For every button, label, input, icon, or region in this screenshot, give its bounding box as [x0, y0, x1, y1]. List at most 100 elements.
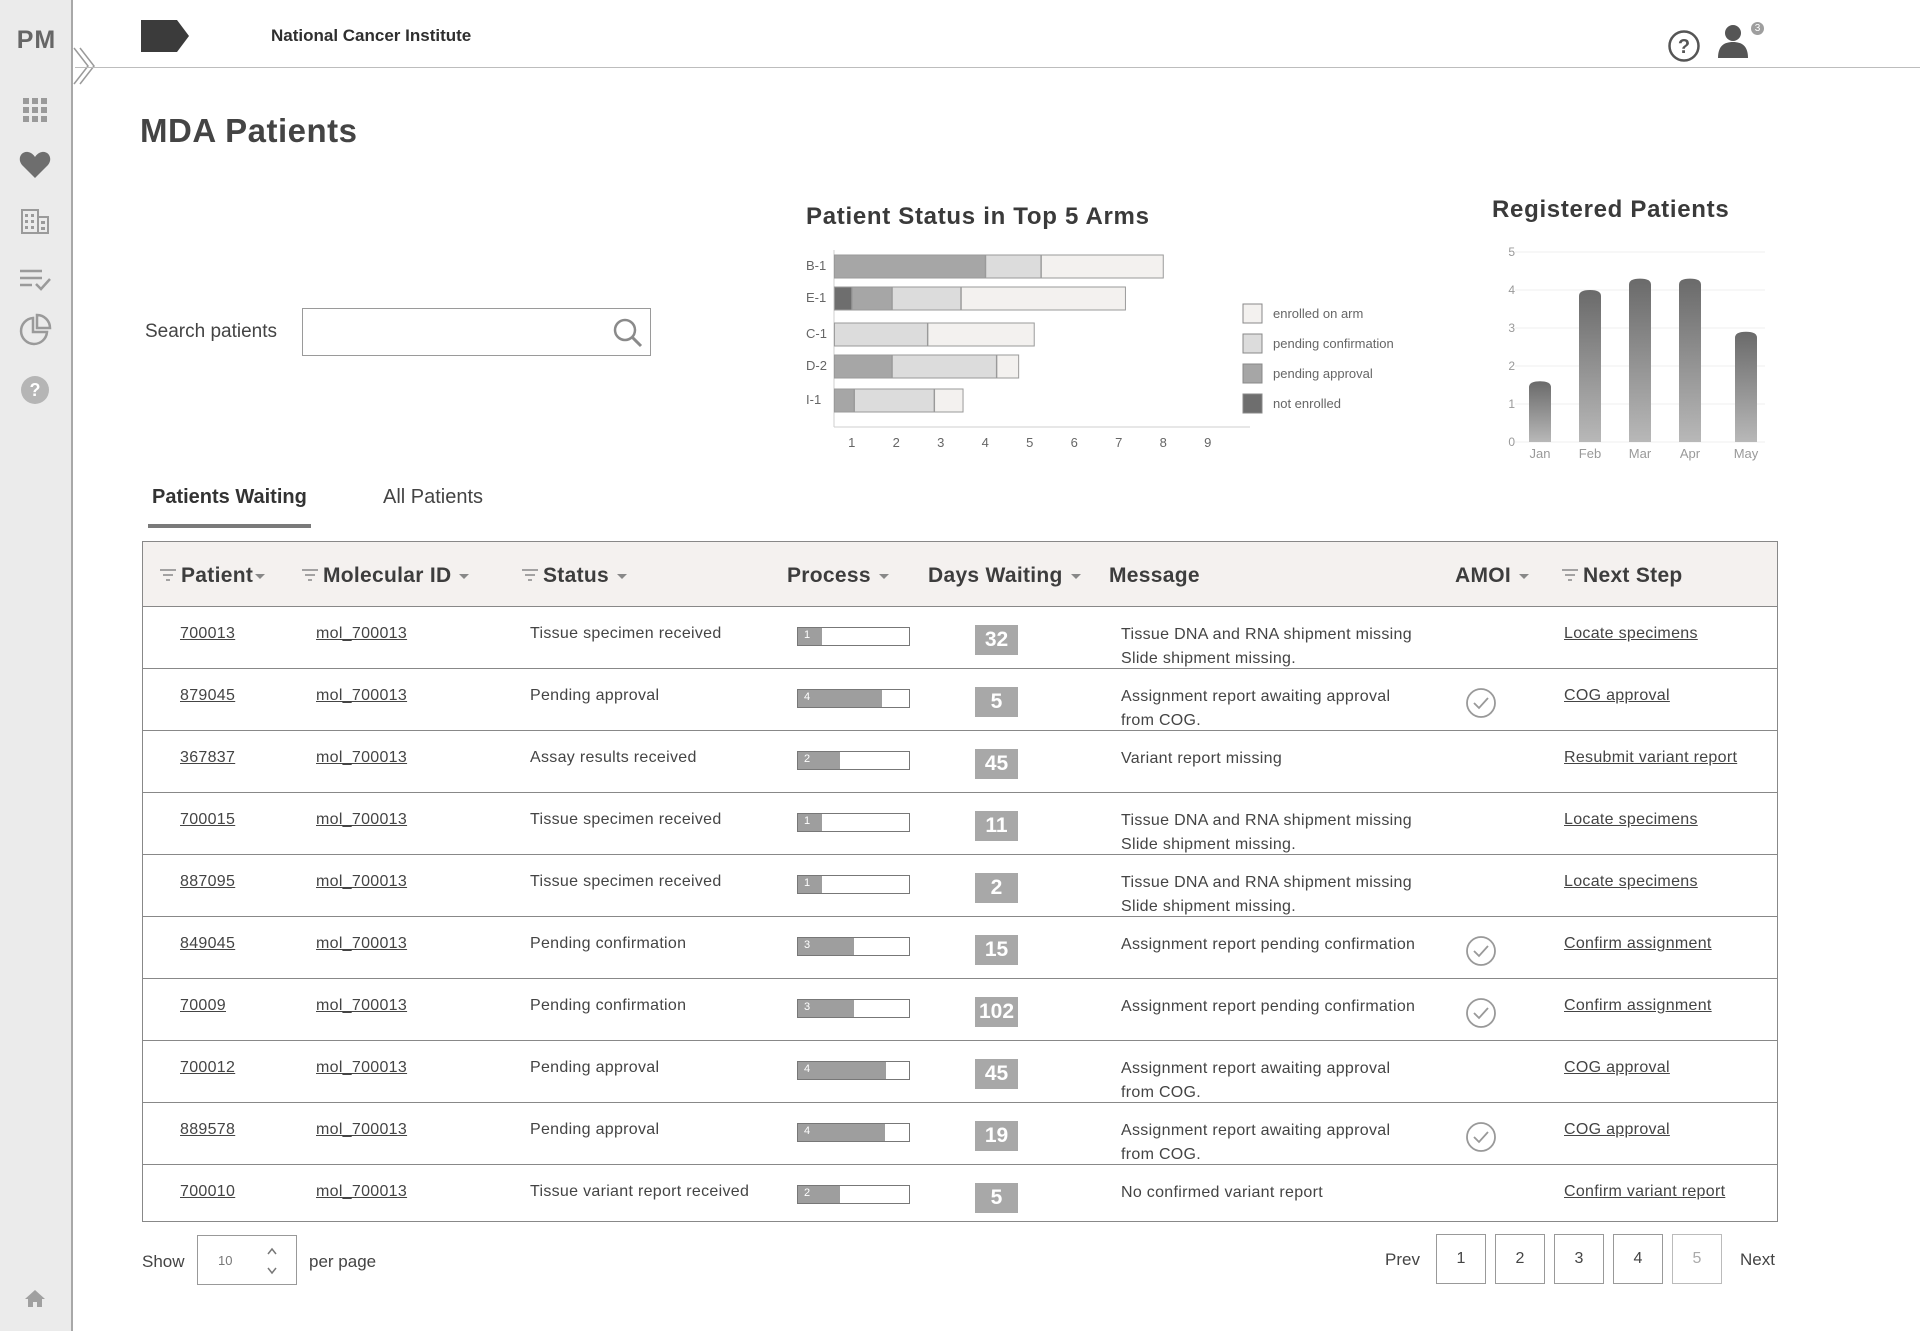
col-header-next-step[interactable]: Next Step — [1561, 564, 1683, 588]
x-tick-label: 5 — [1026, 435, 1033, 450]
molecular-id-link[interactable]: mol_700013 — [316, 1059, 407, 1077]
status-text: Pending approval — [530, 687, 660, 704]
table-row: 879045 mol_700013 Pending approval 4 5 Assign… — [143, 669, 1777, 731]
message-line: Slide shipment missing. — [1121, 898, 1296, 915]
next-step-link[interactable]: COG approval — [1564, 1121, 1670, 1139]
page-button-1[interactable]: 1 — [1436, 1234, 1486, 1284]
col-header-status[interactable]: Status — [521, 564, 627, 588]
stepper-arrows-icon[interactable] — [266, 1246, 278, 1276]
molecular-id-link[interactable]: mol_700013 — [316, 811, 407, 829]
next-step-link[interactable]: Resubmit variant report — [1564, 749, 1737, 767]
patient-id-link[interactable]: 700013 — [180, 625, 235, 643]
heart-icon[interactable] — [18, 148, 52, 182]
filter-icon[interactable] — [521, 564, 539, 588]
page-button-3[interactable]: 3 — [1554, 1234, 1604, 1284]
category-label: C-1 — [806, 326, 827, 341]
process-fill — [798, 628, 823, 645]
x-tick-label: 8 — [1160, 435, 1167, 450]
molecular-id-link[interactable]: mol_700013 — [316, 997, 407, 1015]
next-step-link[interactable]: Confirm assignment — [1564, 997, 1712, 1015]
page-button-5[interactable]: 5 — [1672, 1234, 1722, 1284]
bar-segment — [833, 388, 855, 413]
days-waiting-badge: 45 — [975, 749, 1018, 779]
patient-id-link[interactable]: 367837 — [180, 749, 235, 767]
table-row: 367837 mol_700013 Assay results received 2 4… — [143, 731, 1777, 793]
search-input[interactable] — [313, 317, 603, 347]
sort-caret-icon[interactable] — [1070, 573, 1081, 579]
col-header-label: Status — [543, 564, 609, 587]
col-header-message: Message — [1109, 564, 1200, 588]
table-row: 700012 mol_700013 Pending approval 4 45 Assig… — [143, 1041, 1777, 1103]
days-waiting-badge: 45 — [975, 1059, 1018, 1089]
user-icon[interactable] — [1718, 22, 1752, 65]
patient-id-link[interactable]: 700010 — [180, 1183, 235, 1201]
col-header-amoi[interactable]: AMOI — [1455, 564, 1530, 588]
col-header-label: Next Step — [1583, 564, 1683, 587]
tab-all-patients[interactable]: All Patients — [383, 486, 483, 528]
pie-chart-icon[interactable] — [18, 313, 52, 347]
next-step-link[interactable]: Confirm variant report — [1564, 1183, 1725, 1201]
molecular-id-link[interactable]: mol_700013 — [316, 687, 407, 705]
home-icon[interactable] — [24, 1288, 46, 1310]
sort-caret-icon[interactable] — [459, 573, 470, 579]
bar-segment — [833, 354, 893, 379]
patient-id-link[interactable]: 849045 — [180, 935, 235, 953]
svg-text:?: ? — [30, 380, 41, 400]
next-step-link[interactable]: Locate specimens — [1564, 625, 1698, 643]
col-header-process[interactable]: Process — [787, 564, 889, 588]
sort-caret-icon[interactable] — [616, 573, 627, 579]
page-button-4[interactable]: 4 — [1613, 1234, 1663, 1284]
bar-segment — [891, 354, 997, 379]
message-line: Slide shipment missing. — [1121, 836, 1296, 853]
patient-id-link[interactable]: 70009 — [180, 997, 226, 1015]
molecular-id-link[interactable]: mol_700013 — [316, 1121, 407, 1139]
column-bar — [1629, 278, 1651, 442]
next-step-link[interactable]: Locate specimens — [1564, 873, 1698, 891]
message-text: Assignment report awaiting approval from … — [1121, 1119, 1390, 1167]
prev-page-button[interactable]: Prev — [1385, 1250, 1420, 1270]
next-step-link[interactable]: Locate specimens — [1564, 811, 1698, 829]
filter-icon[interactable] — [1561, 564, 1579, 588]
col-header-patient[interactable]: Patient — [159, 564, 266, 588]
next-step-link[interactable]: COG approval — [1564, 1059, 1670, 1077]
page-button-2[interactable]: 2 — [1495, 1234, 1545, 1284]
process-step: 2 — [804, 753, 811, 765]
next-page-button[interactable]: Next — [1740, 1250, 1775, 1270]
status-text: Assay results received — [530, 749, 697, 766]
filter-icon[interactable] — [301, 564, 319, 588]
patient-id-link[interactable]: 889578 — [180, 1121, 235, 1139]
sort-caret-icon[interactable] — [255, 573, 266, 579]
x-tick-label: Mar — [1629, 446, 1652, 461]
per-page-stepper[interactable]: 10 — [197, 1235, 297, 1285]
sort-caret-icon[interactable] — [1519, 573, 1530, 579]
patient-id-link[interactable]: 887095 — [180, 873, 235, 891]
nci-logo-icon — [141, 20, 189, 57]
col-header-molecular-id[interactable]: Molecular ID — [301, 564, 470, 588]
col-header-days-waiting[interactable]: Days Waiting — [928, 564, 1081, 588]
notification-badge: 3 — [1750, 21, 1765, 36]
help-icon[interactable]: ? — [18, 373, 52, 407]
checklist-icon[interactable] — [18, 263, 52, 297]
filter-icon[interactable] — [159, 564, 177, 588]
tab-patients-waiting[interactable]: Patients Waiting — [148, 486, 311, 528]
patient-status-chart: Patient Status in Top 5 Arms B-1 E-1 C-1 D-… — [790, 195, 1410, 465]
next-step-link[interactable]: Confirm assignment — [1564, 935, 1712, 953]
molecular-id-link[interactable]: mol_700013 — [316, 749, 407, 767]
patient-id-link[interactable]: 700015 — [180, 811, 235, 829]
legend-label: pending approval — [1273, 366, 1373, 381]
status-text: Tissue specimen received — [530, 873, 722, 890]
process-progress-bar: 2 — [797, 1185, 910, 1204]
patient-id-link[interactable]: 879045 — [180, 687, 235, 705]
molecular-id-link[interactable]: mol_700013 — [316, 873, 407, 891]
molecular-id-link[interactable]: mol_700013 — [316, 625, 407, 643]
patient-id-link[interactable]: 700012 — [180, 1059, 235, 1077]
sort-caret-icon[interactable] — [878, 573, 889, 579]
search-icon[interactable] — [612, 317, 644, 354]
help-circle-icon[interactable]: ? — [1667, 29, 1701, 68]
building-icon[interactable] — [18, 204, 52, 238]
y-tick-label: 0 — [1508, 435, 1515, 449]
next-step-link[interactable]: COG approval — [1564, 687, 1670, 705]
molecular-id-link[interactable]: mol_700013 — [316, 935, 407, 953]
molecular-id-link[interactable]: mol_700013 — [316, 1183, 407, 1201]
grid-icon[interactable] — [18, 93, 52, 127]
